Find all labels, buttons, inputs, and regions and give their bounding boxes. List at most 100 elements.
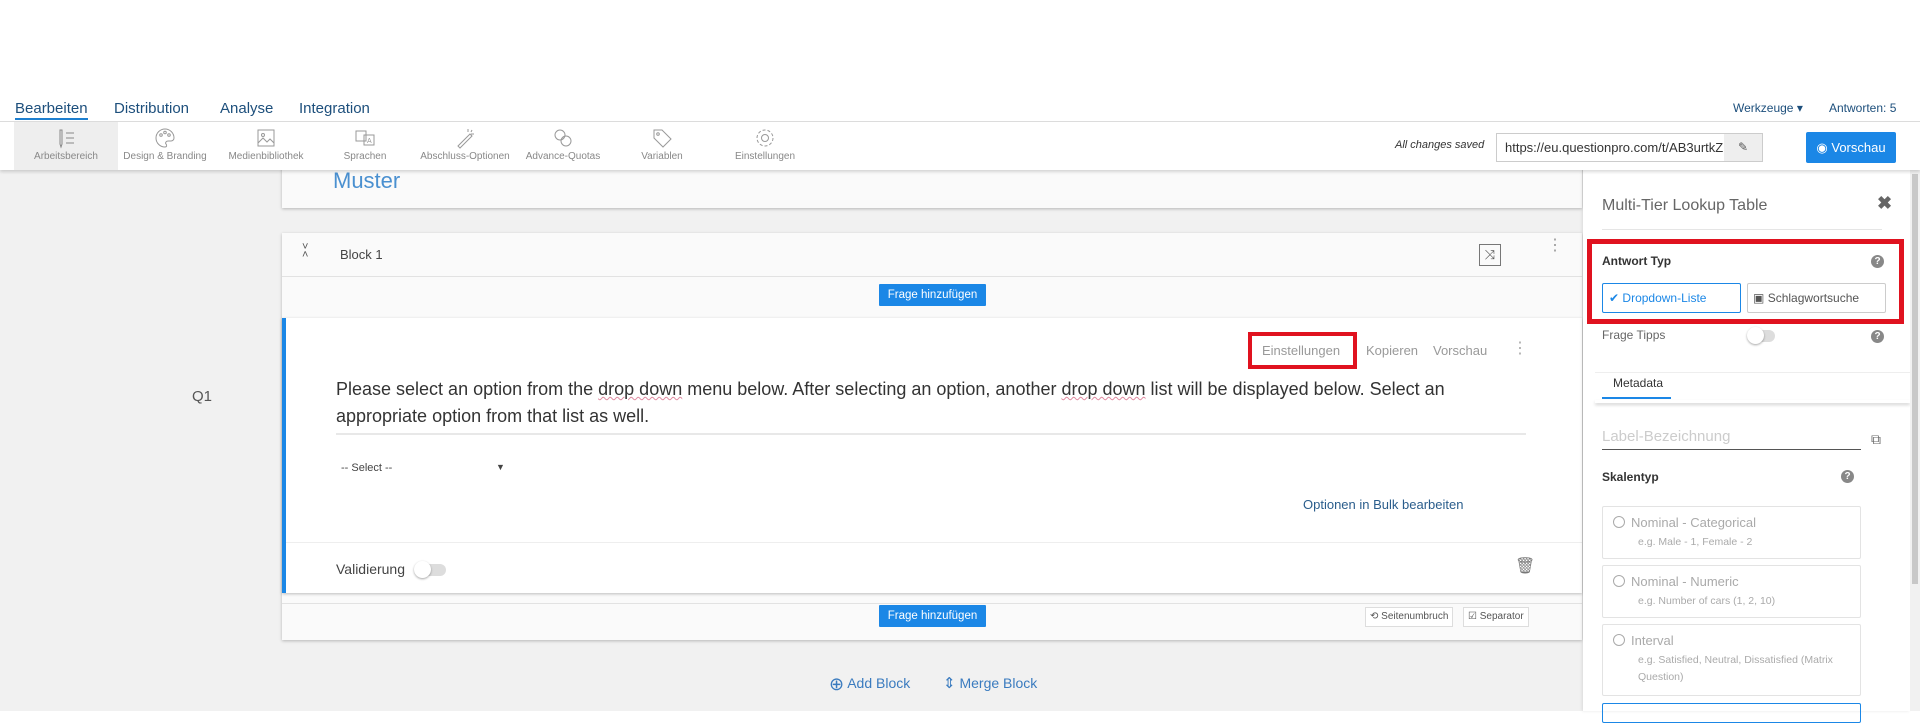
tool-settings[interactable]: Einstellungen — [713, 122, 817, 170]
block-name: Block 1 — [340, 247, 383, 262]
page-break-button[interactable]: ⟲ Seitenumbruch — [1365, 607, 1454, 627]
tool-languages[interactable]: A Sprachen — [313, 122, 417, 170]
tools-menu[interactable]: Werkzeuge ▾ — [1733, 101, 1803, 115]
text-part: Please select an option from the — [336, 379, 599, 399]
caret-square-icon: ▣ — [1753, 291, 1765, 305]
survey-url-field[interactable]: https://eu.questionpro.com/t/AB3urtkZB3u… — [1496, 133, 1763, 162]
check-circle-icon: ✔ — [1609, 291, 1620, 305]
tools-label: Werkzeuge — [1733, 101, 1794, 115]
text-part: menu below. After selecting an option, a… — [682, 379, 1062, 399]
magic-wand-icon — [457, 129, 474, 149]
survey-title[interactable]: Muster — [333, 168, 400, 194]
plus-circle-icon: ⊕ — [829, 674, 845, 694]
validation-toggle[interactable] — [414, 561, 446, 578]
tab-underline — [1602, 397, 1671, 399]
tool-label: Design & Branding — [123, 151, 207, 162]
tab-analyse[interactable]: Analyse — [220, 100, 273, 117]
gear-icon — [756, 129, 774, 147]
tool-label: Medienbibliothek — [228, 151, 304, 162]
block-header: ˅ ˄ Block 1 ⤨ ⋮ — [282, 233, 1582, 277]
help-icon[interactable]: ? — [1871, 330, 1884, 343]
answer-type-label-keyword: Schlagwortsuche — [1767, 291, 1860, 305]
separator-button[interactable]: ☑ Separator — [1463, 607, 1529, 627]
separator-label: Separator — [1479, 611, 1524, 622]
scrollbar[interactable] — [1910, 170, 1920, 711]
tips-toggle[interactable] — [1747, 327, 1775, 344]
more-options-icon[interactable]: ⋮ — [1547, 238, 1563, 254]
add-question-button-bottom[interactable]: Frage hinzufügen — [879, 605, 986, 627]
preview-button[interactable]: ◉ Vorschau — [1806, 132, 1896, 163]
question-settings-link[interactable]: Einstellungen — [1262, 343, 1340, 358]
scale-option[interactable]: Interval e.g. Satisfied, Neutral, Dissati… — [1602, 624, 1861, 696]
scale-type-label: Skalentyp — [1602, 470, 1659, 484]
checkbox-icon: ☑ — [1468, 611, 1477, 622]
main-nav: Bearbeiten Distribution Analyse Integrat… — [0, 96, 1920, 122]
shuffle-icon[interactable]: ⤨ — [1479, 244, 1501, 266]
divider — [1602, 229, 1882, 230]
collapse-icon[interactable]: ˅ ˄ — [302, 242, 308, 261]
question-preview-link[interactable]: Vorschau — [1433, 343, 1487, 358]
radio-icon — [1613, 575, 1625, 587]
preview-label: Vorschau — [1831, 140, 1886, 155]
tool-completion[interactable]: Abschluss-Optionen — [413, 122, 517, 170]
answer-type-keyword-search[interactable]: ▣ Schlagwortsuche — [1747, 283, 1886, 313]
tag-icon — [653, 129, 672, 148]
help-icon[interactable]: ? — [1871, 255, 1884, 268]
image-icon — [257, 129, 275, 147]
tool-label: Sprachen — [343, 151, 387, 162]
tab-bearbeiten[interactable]: Bearbeiten — [15, 100, 88, 120]
add-question-button[interactable]: Frage hinzufügen — [879, 284, 986, 306]
scrollbar-thumb[interactable] — [1912, 174, 1918, 584]
radio-icon — [1613, 634, 1625, 646]
scale-option[interactable]: Nominal - Categorical e.g. Male - 1, Fema… — [1602, 506, 1861, 559]
scale-option-title: Nominal - Numeric — [1631, 574, 1739, 589]
tab-integration[interactable]: Integration — [299, 100, 370, 117]
tool-label: Advance-Quotas — [525, 151, 601, 162]
settings-sidebar: Multi-Tier Lookup Table ✖ Antwort Typ ? … — [1583, 170, 1910, 723]
merge-block-button[interactable]: ⇕ Merge Block — [943, 674, 1037, 692]
external-edit-icon[interactable]: ⧉ — [1871, 431, 1881, 448]
tool-label: Variablen — [641, 151, 683, 162]
question-more-icon[interactable]: ⋮ — [1512, 338, 1528, 358]
tips-label: Frage Tipps — [1602, 328, 1666, 342]
scale-option-selected[interactable] — [1602, 703, 1861, 723]
answer-type-dropdown[interactable]: ✔ Dropdown-Liste — [1602, 283, 1741, 313]
help-icon[interactable]: ? — [1841, 470, 1854, 483]
responses-count[interactable]: Antworten: 5 — [1829, 101, 1896, 115]
survey-url: https://eu.questionpro.com/t/AB3urtkZB3u… — [1505, 140, 1723, 155]
tool-media[interactable]: Medienbibliothek — [214, 122, 318, 170]
close-icon[interactable]: ✖ — [1877, 193, 1892, 214]
trash-icon[interactable]: 🗑 — [1515, 556, 1535, 576]
validation-label: Validierung — [336, 561, 406, 577]
tool-design[interactable]: Design & Branding — [113, 122, 217, 170]
pencil-icon[interactable]: ✎ — [1724, 134, 1762, 161]
palette-icon — [155, 128, 175, 148]
scale-option[interactable]: Nominal - Numeric e.g. Number of cars (1,… — [1602, 565, 1861, 618]
radio-icon — [1613, 516, 1625, 528]
tool-quotas[interactable]: Advance-Quotas — [511, 122, 615, 170]
divider — [286, 542, 1582, 543]
answer-type-label: Antwort Typ — [1602, 254, 1672, 268]
divider — [282, 603, 1582, 604]
question-copy-link[interactable]: Kopieren — [1366, 343, 1418, 358]
option-select[interactable]: -- Select -- ▼ — [341, 462, 521, 474]
scale-option-desc: e.g. Male - 1, Female - 2 — [1638, 536, 1753, 548]
caret-down-icon: ▾ — [1796, 101, 1803, 115]
tool-workspace[interactable]: Arbeitsbereich — [14, 122, 118, 170]
add-block-button[interactable]: ⊕ Add Block — [829, 674, 910, 695]
question-number: Q1 — [192, 388, 213, 405]
quota-icon — [554, 129, 572, 147]
label-input[interactable]: Label-Bezeichnung — [1602, 428, 1861, 450]
question-card: Einstellungen Kopieren Vorschau ⋮ Please… — [282, 318, 1582, 593]
tab-metadata[interactable]: Metadata — [1613, 376, 1663, 390]
page-break-icon: ⟲ — [1370, 611, 1379, 622]
tool-variables[interactable]: Variablen — [610, 122, 714, 170]
survey-canvas: Muster ˅ ˄ Block 1 ⤨ ⋮ Frage hinzufügen E… — [0, 160, 1583, 711]
tool-label: Einstellungen — [734, 151, 796, 162]
scale-option-desc: e.g. Number of cars (1, 2, 10) — [1638, 595, 1776, 607]
merge-icon: ⇕ — [943, 675, 956, 692]
merge-block-label: Merge Block — [959, 675, 1038, 691]
question-text[interactable]: Please select an option from the drop do… — [336, 376, 1526, 435]
bulk-edit-link[interactable]: Optionen in Bulk bearbeiten — [1303, 497, 1463, 512]
tab-distribution[interactable]: Distribution — [114, 100, 189, 117]
